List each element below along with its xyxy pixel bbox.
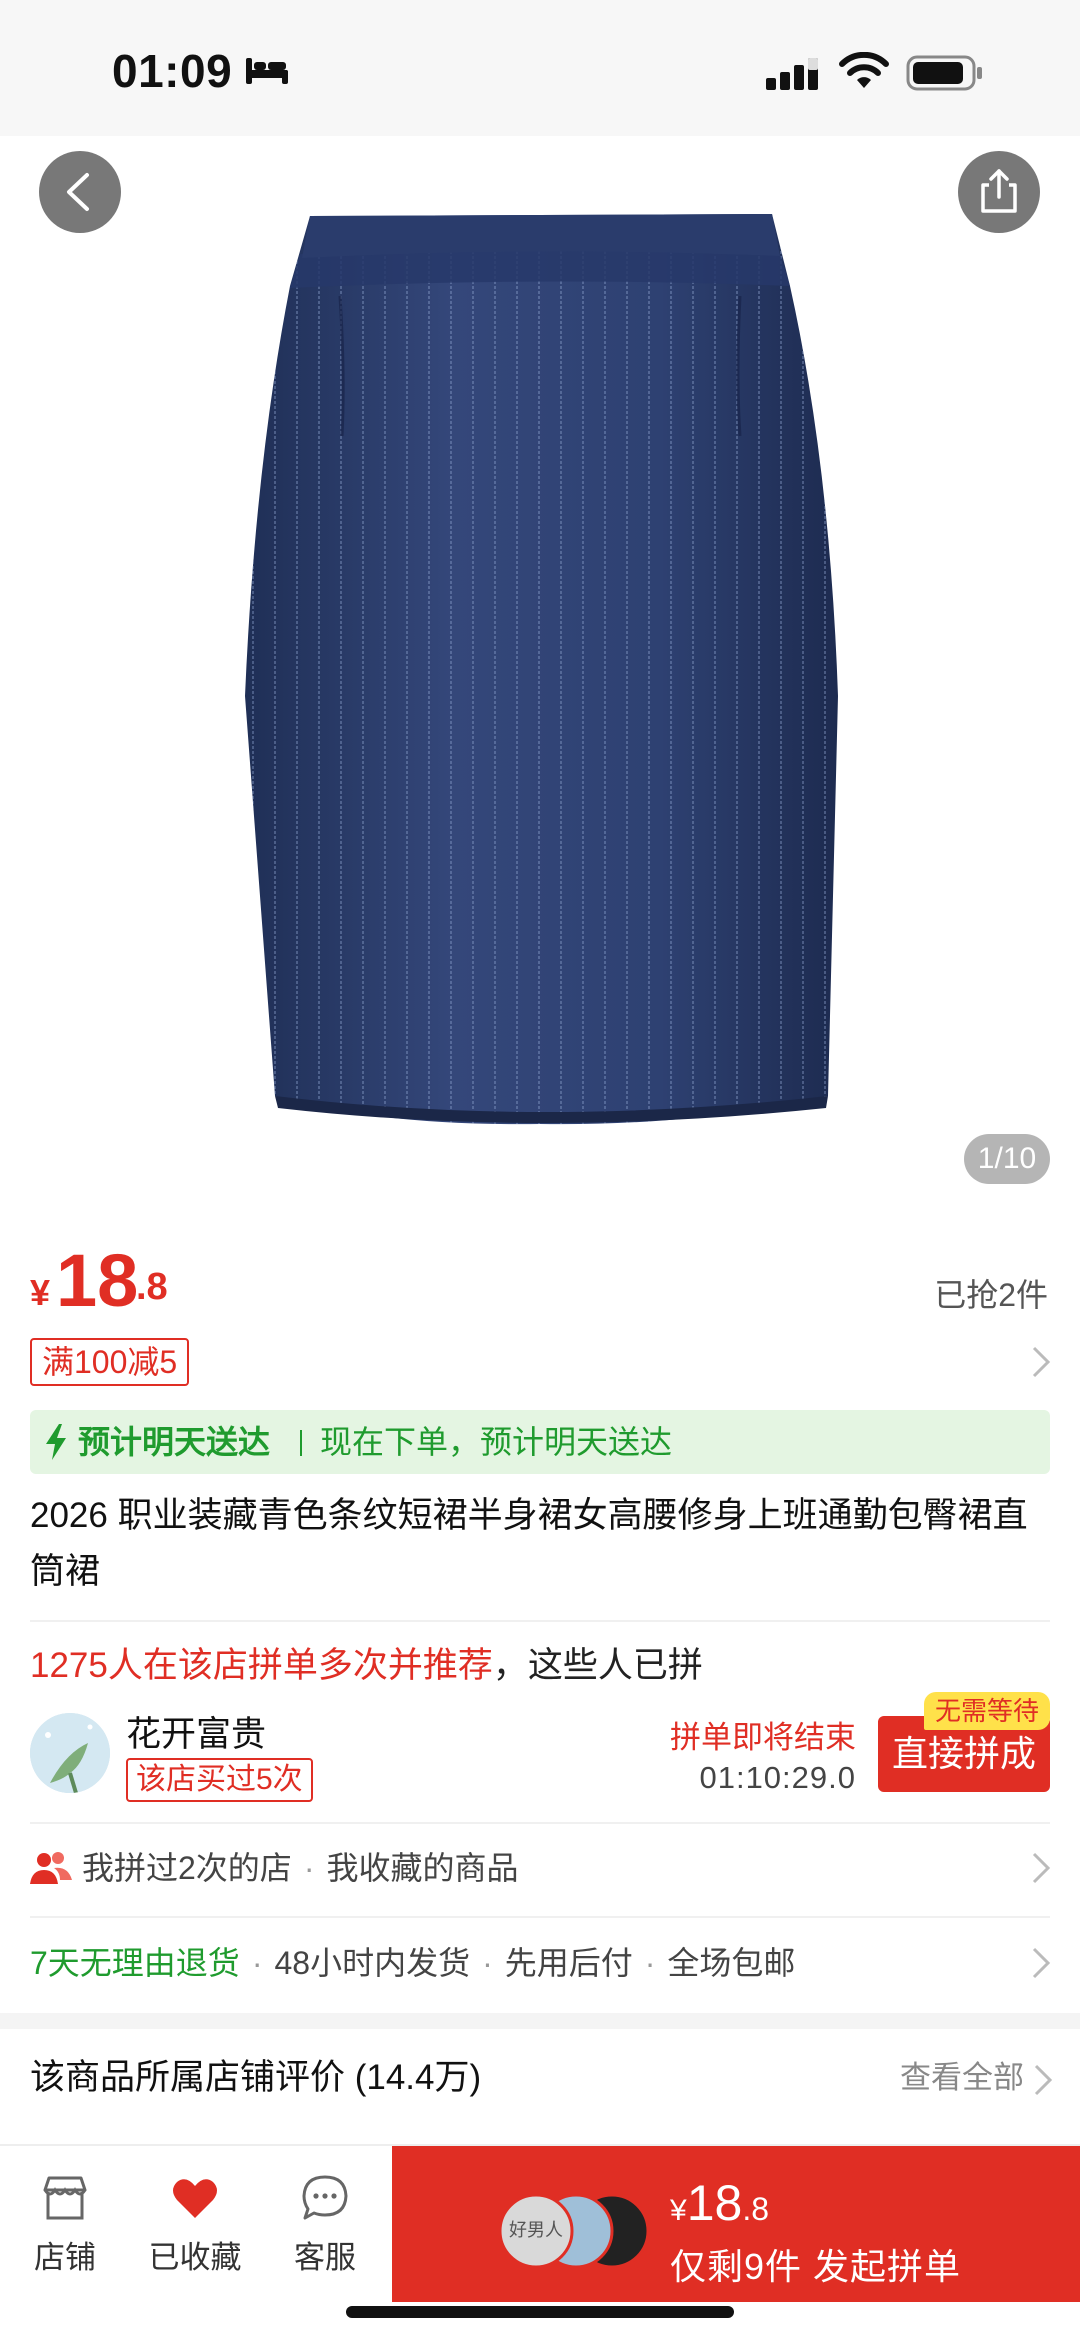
price-integer: 18	[56, 1239, 139, 1322]
status-bar: 01:09	[0, 0, 1080, 136]
chevron-right-icon	[1032, 1947, 1051, 1979]
wifi-icon	[839, 52, 889, 88]
separator-dot: ·	[251, 1945, 263, 1981]
customer-service-label: 客服	[294, 2240, 356, 2275]
divider	[30, 1916, 1050, 1918]
free-shipping: 全场包邮	[667, 1945, 796, 1981]
separator-dot: ·	[644, 1945, 656, 1981]
joined-shop-label: 我拼过2次的店	[82, 1850, 292, 1886]
store-label: 店铺	[34, 2240, 96, 2275]
store-icon	[43, 2176, 87, 2220]
favorite-tab[interactable]: 已收藏	[140, 2172, 250, 2277]
view-all-reviews-link[interactable]: 查看全部	[900, 2050, 1024, 2106]
group-buy-count: 1275人在该店拼单多次并推荐	[30, 1646, 493, 1685]
delivery-text: 现在下单，预计明天送达	[320, 1424, 673, 1460]
shop-history-row[interactable]: 我拼过2次的店 · 我收藏的商品	[30, 1840, 1054, 1896]
back-arrow-icon	[67, 173, 89, 211]
group-buy-headline: 1275人在该店拼单多次并推荐，这些人已拼	[30, 1640, 703, 1692]
section-divider	[0, 2013, 1080, 2029]
chevron-right-icon[interactable]	[1028, 1342, 1054, 1382]
price-decimal: .8	[136, 1266, 168, 1308]
buy-price: ¥18.8	[670, 2174, 769, 2232]
group-buy-text: ，这些人已拼	[492, 1646, 703, 1685]
cellular-signal-icon	[766, 58, 818, 90]
start-group-buy-button[interactable]: 好男人 ¥18.8 仅剩9件 发起拼单	[392, 2146, 1080, 2302]
buy-price-decimal: .8	[742, 2191, 769, 2227]
svg-text:好男人: 好男人	[509, 2220, 563, 2241]
purchase-count-badge: 该店买过5次	[126, 1758, 313, 1802]
buy-price-integer: 18	[686, 2175, 743, 2231]
chevron-right-icon[interactable]	[1030, 2060, 1056, 2100]
buyer-avatars: 好男人	[498, 2193, 648, 2269]
home-indicator[interactable]	[346, 2306, 734, 2318]
favorited-items-label: 我收藏的商品	[326, 1850, 519, 1886]
countdown-timer: 01:10:29.0	[699, 1760, 856, 1795]
product-image-gallery[interactable]: 1/10	[0, 136, 1080, 1216]
ending-label: 拼单即将结束	[670, 1720, 856, 1755]
divider	[30, 1620, 1050, 1622]
delivery-banner: 预计明天送达 现在下单，预计明天送达	[30, 1410, 1050, 1474]
avatar-image	[30, 1713, 110, 1793]
product-image	[245, 214, 838, 1125]
share-icon	[981, 169, 1017, 213]
coupon-tag[interactable]: 满100减5	[30, 1338, 190, 1386]
reviews-title: 该商品所属店铺评价 (14.4万)	[30, 2058, 482, 2097]
image-counter: 1/10	[964, 1134, 1050, 1184]
chat-bubble-icon	[302, 2175, 348, 2220]
shipping-time: 48小时内发货	[274, 1945, 471, 1981]
pay-later: 先用后付	[504, 1945, 633, 1981]
store-tab[interactable]: 店铺	[10, 2172, 120, 2277]
no-wait-badge: 无需等待	[924, 1692, 1050, 1730]
favorite-label: 已收藏	[148, 2240, 242, 2275]
back-button[interactable]	[39, 151, 121, 233]
status-time: 01:09	[112, 45, 233, 97]
heart-icon	[173, 2179, 217, 2218]
separator-dot: ·	[303, 1850, 315, 1886]
chevron-right-icon	[1032, 1852, 1051, 1884]
sold-count: 已抢2件	[934, 1277, 1048, 1313]
lightning-icon	[46, 1424, 66, 1460]
buy-price-currency: ¥	[670, 2194, 687, 2227]
price-currency: ¥	[30, 1272, 51, 1313]
bed-icon	[246, 58, 288, 84]
return-policy: 7天无理由退货	[30, 1945, 240, 1981]
divider	[300, 1430, 302, 1456]
product-title: 2026 职业装藏青色条纹短裙半身裙女高腰修身上班通勤包臀裙直筒裙	[30, 1496, 1028, 1591]
separator-dot: ·	[482, 1945, 493, 1981]
people-icon	[30, 1852, 72, 1884]
share-button[interactable]	[958, 151, 1040, 233]
divider	[30, 1822, 1050, 1824]
avatar	[30, 1713, 110, 1793]
buy-button-label: 仅剩9件 发起拼单	[670, 2246, 962, 2287]
customer-service-tab[interactable]: 客服	[270, 2172, 380, 2277]
delivery-tag: 预计明天送达	[78, 1424, 271, 1460]
service-guarantees-row[interactable]: 7天无理由退货 · 48小时内发货 · 先用后付 · 全场包邮	[30, 1935, 795, 1991]
group-user-name: 花开富贵	[126, 1715, 267, 1754]
shop-history-text: 我拼过2次的店 · 我收藏的商品	[82, 1840, 518, 1896]
battery-icon	[906, 55, 982, 91]
